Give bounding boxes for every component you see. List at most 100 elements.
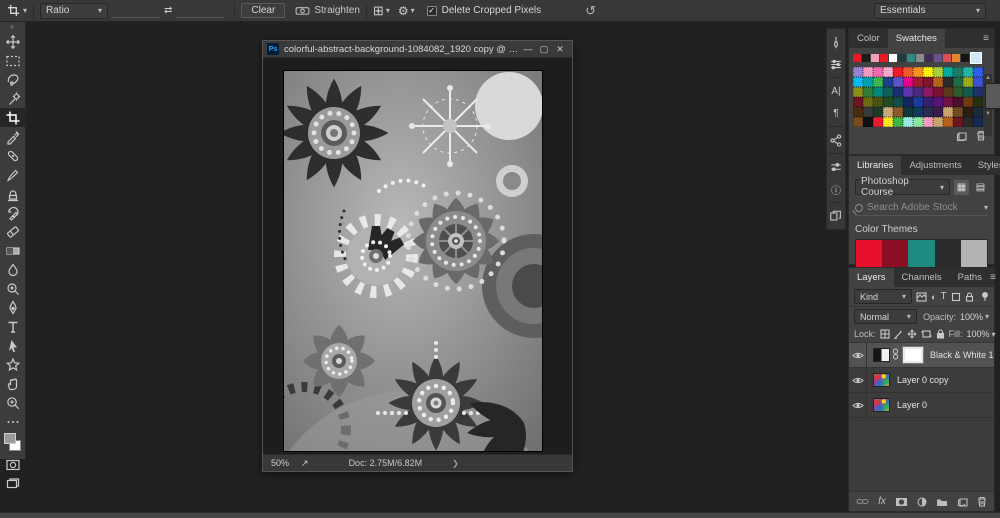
recent-swatch[interactable] bbox=[961, 54, 969, 62]
layer-name[interactable]: Layer 0 copy bbox=[897, 375, 949, 385]
filter-shape-layers-icon[interactable] bbox=[951, 292, 961, 302]
swatch[interactable] bbox=[893, 117, 903, 127]
recent-swatch[interactable] bbox=[907, 54, 915, 62]
tab-styles[interactable]: Styles bbox=[969, 156, 1000, 175]
scrollbar-thumb[interactable] bbox=[985, 83, 1000, 109]
swatch[interactable] bbox=[853, 67, 863, 77]
swatch[interactable] bbox=[943, 117, 953, 127]
screen-mode-toggle[interactable] bbox=[0, 474, 26, 493]
lock-position-icon[interactable] bbox=[907, 329, 917, 339]
swatch[interactable] bbox=[943, 77, 953, 87]
tab-paths[interactable]: Paths bbox=[949, 268, 990, 287]
swatch[interactable] bbox=[973, 67, 983, 77]
layer-visibility-eye-icon[interactable] bbox=[849, 393, 867, 417]
swatch[interactable] bbox=[863, 107, 873, 117]
zoom-level-value[interactable]: 50% bbox=[271, 458, 289, 468]
recent-swatch[interactable] bbox=[943, 54, 951, 62]
lock-transparency-icon[interactable] bbox=[879, 329, 890, 339]
adobe-stock-search-input[interactable]: Search Adobe Stock ▾ bbox=[855, 200, 988, 216]
filter-toggle-icon[interactable] bbox=[981, 291, 989, 302]
swatch[interactable] bbox=[953, 67, 963, 77]
swatch[interactable] bbox=[963, 87, 973, 97]
swatch[interactable] bbox=[953, 107, 963, 117]
brushes-panel-icon[interactable] bbox=[827, 31, 845, 53]
swatch[interactable] bbox=[893, 77, 903, 87]
crop-settings-gear-icon[interactable]: ⚙ bbox=[398, 4, 409, 18]
swatch[interactable] bbox=[863, 97, 873, 107]
brush-settings-panel-icon[interactable] bbox=[827, 53, 845, 75]
status-chevron-icon[interactable]: ❯ bbox=[452, 459, 459, 468]
swatch[interactable] bbox=[953, 117, 963, 127]
clone-source-panel-icon[interactable] bbox=[827, 205, 845, 227]
delete-cropped-pixels-checkbox[interactable]: ✓ Delete Cropped Pixels bbox=[426, 5, 541, 16]
close-icon[interactable]: ✕ bbox=[552, 44, 568, 55]
gradient-tool[interactable] bbox=[0, 241, 26, 260]
swatch[interactable] bbox=[973, 107, 983, 117]
history-brush-tool[interactable] bbox=[0, 203, 26, 222]
new-swatch-button[interactable] bbox=[956, 130, 968, 144]
recent-swatch[interactable] bbox=[898, 54, 906, 62]
eraser-tool[interactable] bbox=[0, 222, 26, 241]
spot-healing-tool[interactable] bbox=[0, 146, 26, 165]
lock-artboard-icon[interactable] bbox=[920, 329, 932, 339]
swatch[interactable] bbox=[903, 117, 913, 127]
blur-tool[interactable] bbox=[0, 260, 26, 279]
swatch[interactable] bbox=[883, 97, 893, 107]
swatch[interactable] bbox=[863, 77, 873, 87]
swatch[interactable] bbox=[973, 97, 983, 107]
document-window[interactable]: Ps colorful-abstract-background-1084082_… bbox=[262, 40, 573, 472]
layer-name[interactable]: Black & White 1 bbox=[930, 350, 994, 360]
swatch[interactable] bbox=[873, 67, 883, 77]
delete-layer-button[interactable] bbox=[977, 496, 987, 507]
swatch[interactable] bbox=[933, 97, 943, 107]
edit-toolbar[interactable] bbox=[0, 412, 26, 431]
brush-tool[interactable] bbox=[0, 165, 26, 184]
share-panel-icon[interactable] bbox=[827, 129, 845, 151]
overlay-grid-icon[interactable]: ⊞ bbox=[373, 3, 384, 19]
document-titlebar[interactable]: Ps colorful-abstract-background-1084082_… bbox=[263, 41, 572, 58]
recent-swatch[interactable] bbox=[925, 54, 933, 62]
crop-width-input[interactable] bbox=[112, 4, 161, 18]
layer-thumbnail[interactable] bbox=[873, 398, 890, 412]
list-view-button[interactable]: ▤ bbox=[973, 180, 988, 195]
swatch[interactable] bbox=[943, 67, 953, 77]
swatch[interactable] bbox=[883, 117, 893, 127]
adjustment-layer-thumbnail[interactable] bbox=[873, 348, 890, 362]
tab-layers[interactable]: Layers bbox=[849, 268, 894, 287]
scroll-down-icon[interactable]: ▼ bbox=[984, 110, 992, 118]
swatch[interactable] bbox=[943, 87, 953, 97]
swatch[interactable] bbox=[863, 67, 873, 77]
recent-swatch[interactable] bbox=[862, 54, 870, 62]
pen-tool[interactable] bbox=[0, 298, 26, 317]
swatch[interactable] bbox=[903, 107, 913, 117]
tab-libraries[interactable]: Libraries bbox=[849, 156, 902, 175]
swatch[interactable] bbox=[873, 107, 883, 117]
reset-icon[interactable]: ↺ bbox=[585, 3, 596, 19]
swatch[interactable] bbox=[963, 97, 973, 107]
swatch[interactable] bbox=[933, 67, 943, 77]
tool-preset-chevron-icon[interactable]: ▾ bbox=[23, 6, 27, 15]
foreground-background-colors[interactable] bbox=[0, 433, 26, 455]
layer-visibility-eye-icon[interactable] bbox=[849, 343, 867, 367]
swatch[interactable] bbox=[933, 107, 943, 117]
properties-panel-icon[interactable] bbox=[827, 156, 845, 178]
swatch[interactable] bbox=[923, 67, 933, 77]
recent-swatch[interactable] bbox=[916, 54, 924, 62]
quick-mask-tool[interactable] bbox=[0, 455, 26, 474]
swatch[interactable] bbox=[853, 77, 863, 87]
straighten-label[interactable]: Straighten bbox=[314, 5, 360, 16]
fill-select[interactable]: 100% ▾ bbox=[967, 327, 996, 341]
tab-swatches[interactable]: Swatches bbox=[887, 29, 945, 48]
swatch[interactable] bbox=[873, 77, 883, 87]
swatch[interactable] bbox=[883, 67, 893, 77]
swatch[interactable] bbox=[853, 87, 863, 97]
straighten-icon[interactable] bbox=[295, 5, 310, 16]
minimize-icon[interactable]: — bbox=[520, 44, 536, 54]
swatch[interactable] bbox=[913, 107, 923, 117]
crop-tool-preset-icon[interactable] bbox=[6, 3, 21, 18]
swatch[interactable] bbox=[923, 87, 933, 97]
panel-menu-icon[interactable]: ≡ bbox=[978, 29, 994, 48]
swatch[interactable] bbox=[933, 87, 943, 97]
swatch[interactable] bbox=[893, 87, 903, 97]
grid-view-button[interactable]: ▦ bbox=[954, 179, 969, 195]
